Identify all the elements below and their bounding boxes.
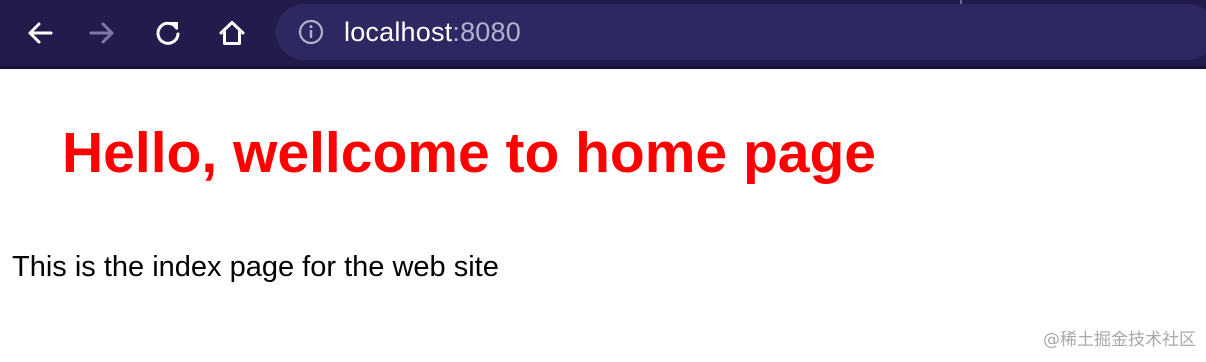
back-arrow-icon [28, 22, 53, 44]
browser-toolbar: localhost:8080 [0, 0, 1206, 69]
page-heading: Hello, wellcome to home page [62, 121, 877, 185]
forward-arrow-icon [89, 22, 114, 44]
home-button[interactable] [212, 13, 252, 53]
reload-button[interactable] [148, 13, 188, 53]
page-content: Hello, wellcome to home page This is the… [0, 69, 1206, 362]
url-text[interactable]: localhost:8080 [344, 4, 521, 60]
page-paragraph: This is the index page for the web site [12, 251, 499, 283]
url-port: :8080 [452, 17, 521, 47]
watermark: @稀土掘金技术社区 [1043, 330, 1196, 350]
reload-icon [156, 21, 180, 45]
back-button[interactable] [20, 13, 60, 53]
address-bar[interactable]: localhost:8080 [276, 4, 1206, 60]
url-host: localhost [344, 17, 453, 47]
home-icon [219, 21, 245, 45]
info-icon[interactable] [298, 19, 324, 45]
forward-button[interactable] [82, 13, 122, 53]
tab-divider [960, 0, 962, 4]
